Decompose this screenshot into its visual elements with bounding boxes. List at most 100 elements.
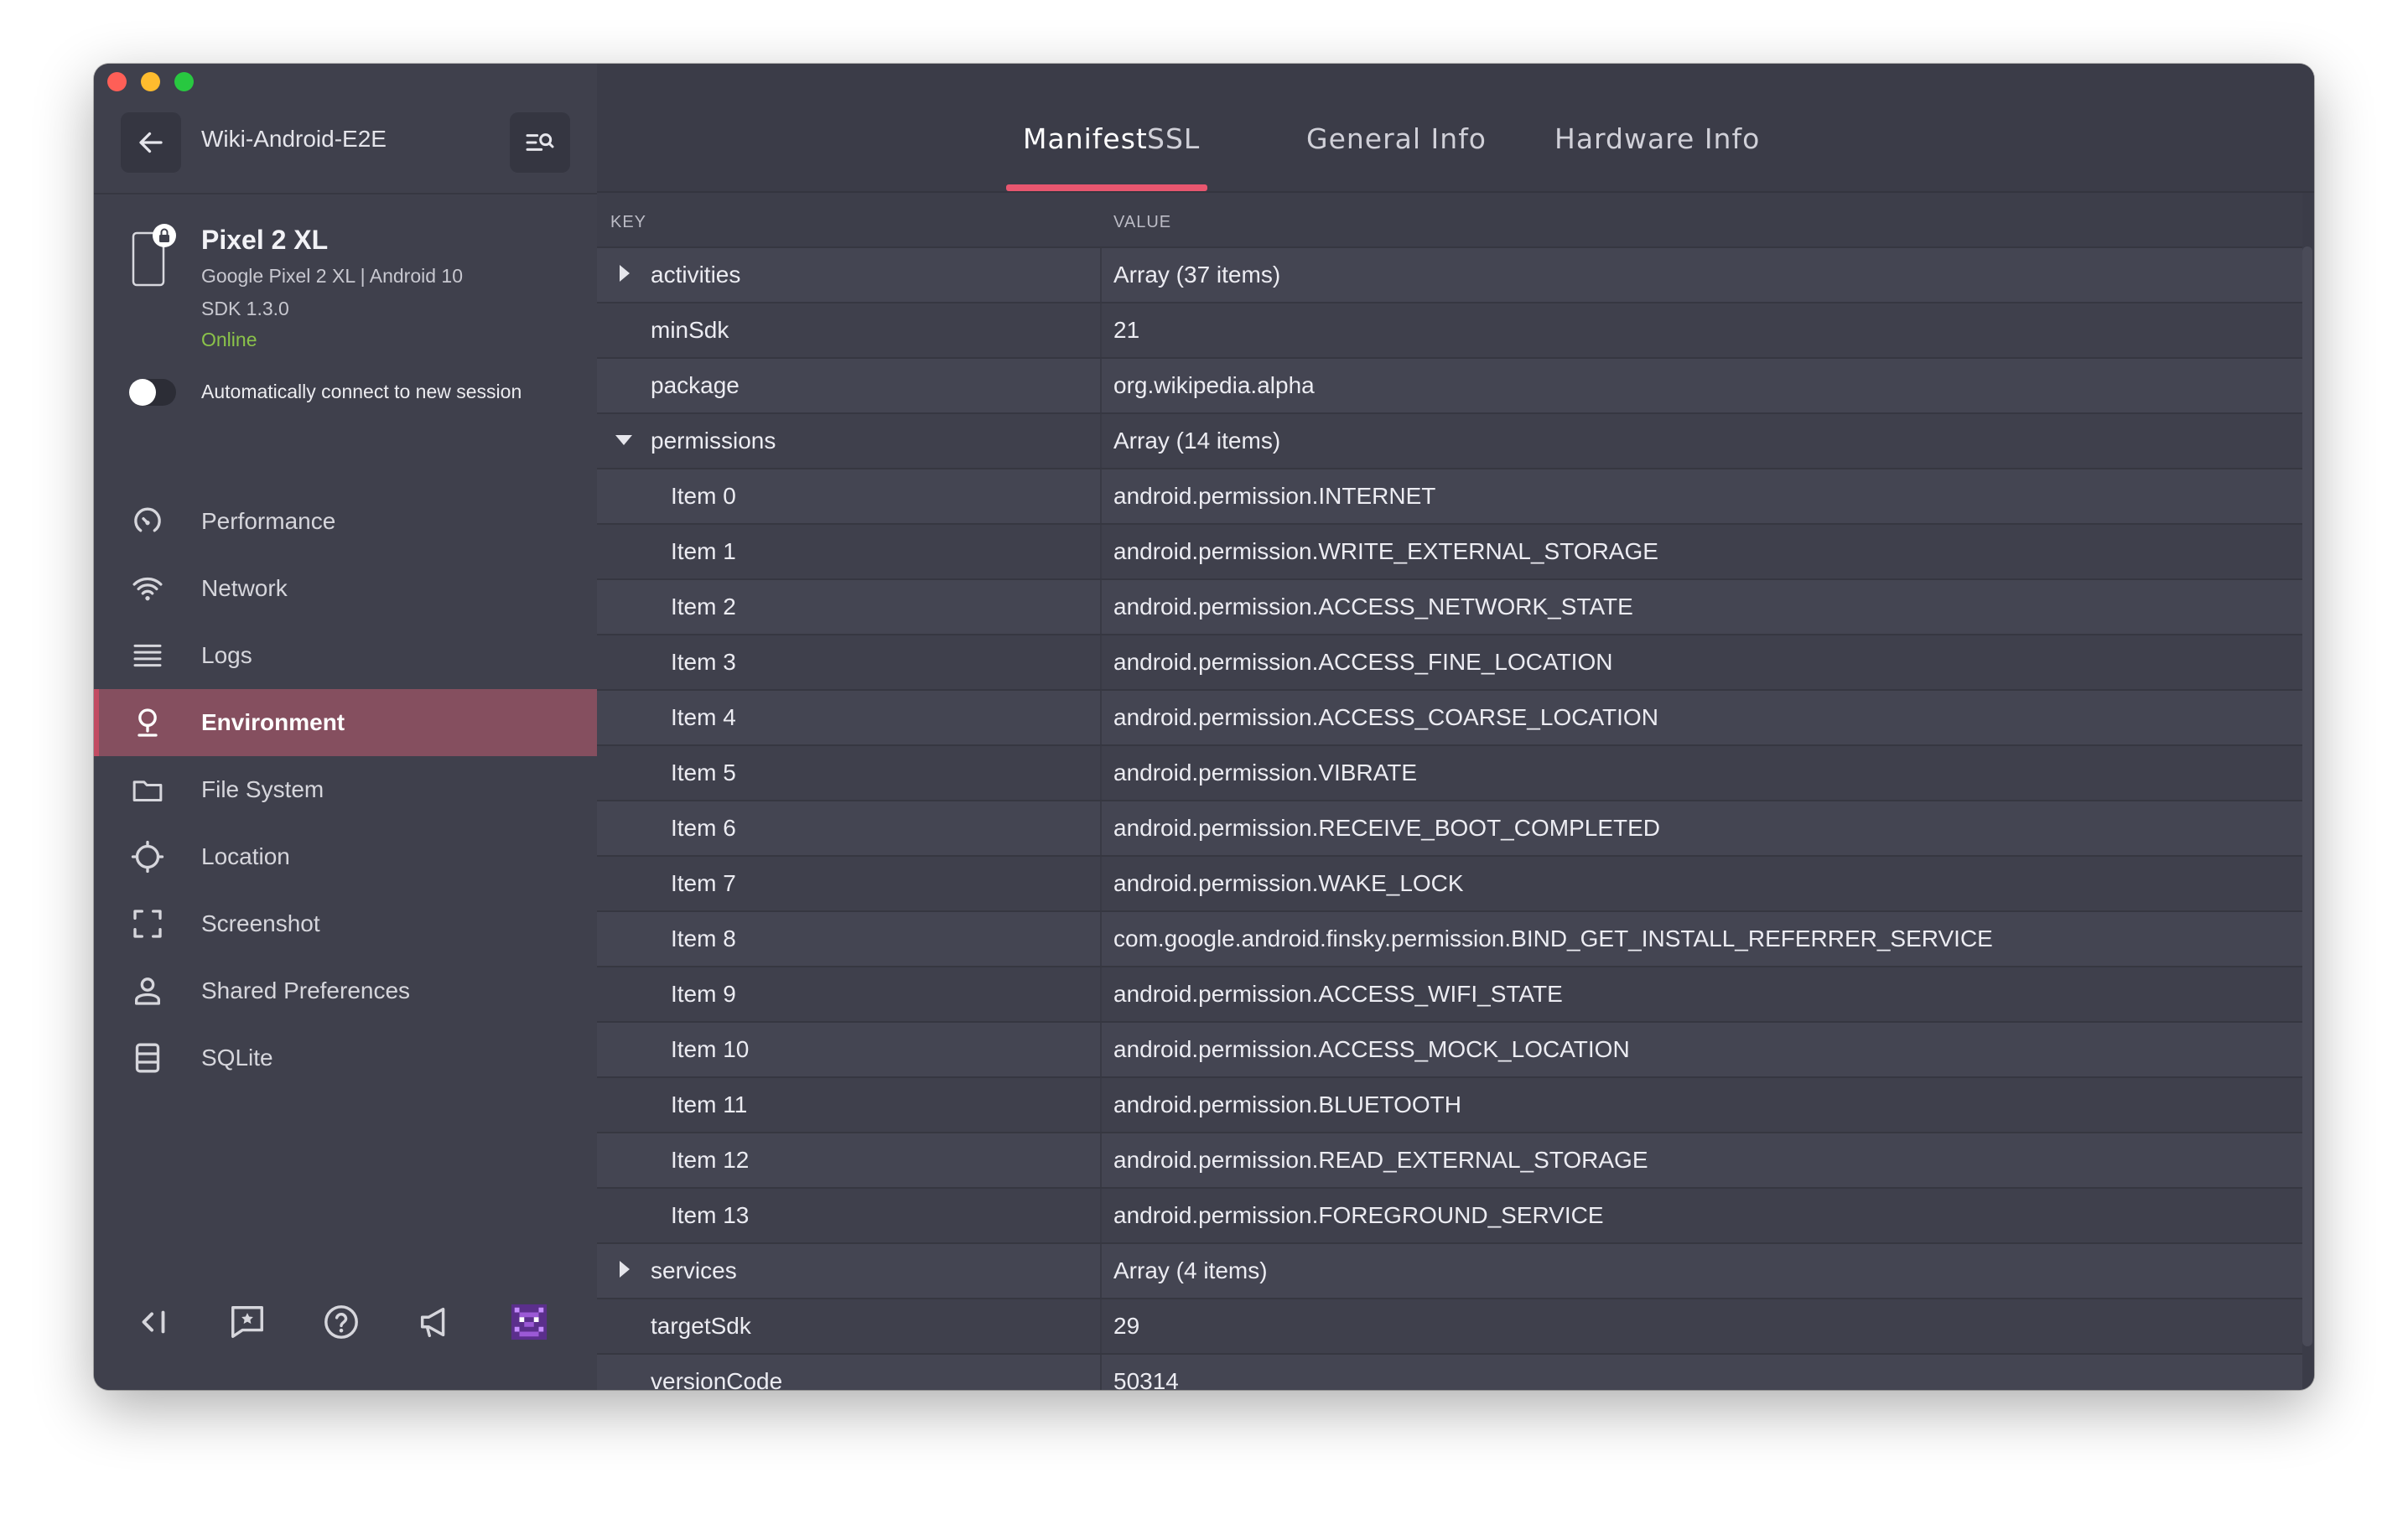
column-divider <box>1100 1299 1102 1353</box>
row-value: android.permission.ACCESS_COARSE_LOCATIO… <box>1113 704 1658 730</box>
sidebar-item-sqlite[interactable]: SQLite <box>94 1024 597 1091</box>
table-row[interactable]: services Array (4 items) <box>597 1242 2302 1298</box>
sidebar-item-screenshot[interactable]: Screenshot <box>94 890 597 957</box>
folder-icon <box>132 780 163 801</box>
tab-manifest[interactable]: Manifest <box>1023 122 1148 155</box>
sidebar: Wiki-Android-E2E Pixel 2 XL Google Pixel… <box>94 64 597 1390</box>
search-sessions-button[interactable] <box>510 112 570 173</box>
sidebar-item-network[interactable]: Network <box>94 555 597 622</box>
row-value: 50314 <box>1113 1368 1179 1390</box>
back-button[interactable] <box>121 112 181 173</box>
close-window-button[interactable] <box>107 72 127 91</box>
row-value: android.permission.ACCESS_FINE_LOCATION <box>1113 649 1613 675</box>
row-key: Item 3 <box>671 649 736 675</box>
table-row: versionCode 50314 <box>597 1353 2302 1390</box>
row-key: Item 6 <box>671 815 736 841</box>
column-divider <box>1100 414 1102 468</box>
device-model: Google Pixel 2 XL | Android 10 <box>201 265 463 287</box>
row-value: android.permission.ACCESS_NETWORK_STATE <box>1113 594 1633 620</box>
sidebar-item-label: File System <box>201 776 324 802</box>
tab-ssl[interactable]: SSL <box>1147 122 1200 155</box>
row-value: android.permission.ACCESS_MOCK_LOCATION <box>1113 1036 1630 1062</box>
row-key: Item 1 <box>671 538 736 564</box>
sidebar-item-logs[interactable]: Logs <box>94 622 597 689</box>
table-row: Item 5 android.permission.VIBRATE <box>597 744 2302 800</box>
column-divider <box>1100 303 1102 357</box>
tab-general-info[interactable]: General Info <box>1306 122 1487 155</box>
table-row[interactable]: permissions Array (14 items) <box>597 412 2302 468</box>
row-key: Item 0 <box>671 483 736 509</box>
table-row: Item 3 android.permission.ACCESS_FINE_LOC… <box>597 634 2302 689</box>
caret-down-icon[interactable] <box>615 431 632 448</box>
person-icon <box>135 977 160 1005</box>
phone-lock-icon <box>132 224 176 287</box>
row-value: Array (14 items) <box>1113 428 1281 454</box>
column-divider <box>1100 746 1102 800</box>
collapse-icon[interactable] <box>134 1303 173 1341</box>
row-value: Array (37 items) <box>1113 262 1281 288</box>
column-header-value: VALUE <box>1113 213 1172 231</box>
row-value: org.wikipedia.alpha <box>1113 372 1315 398</box>
scrollbar[interactable] <box>2302 246 2312 1346</box>
avatar-icon[interactable] <box>510 1303 548 1341</box>
row-key: Item 12 <box>671 1147 750 1173</box>
help-icon[interactable] <box>322 1303 361 1341</box>
row-key: Item 9 <box>671 981 736 1007</box>
row-key: targetSdk <box>651 1313 751 1339</box>
column-divider <box>1100 801 1102 855</box>
maximize-window-button[interactable] <box>174 72 194 91</box>
minimize-window-button[interactable] <box>141 72 160 91</box>
row-value: android.permission.INTERNET <box>1113 483 1436 509</box>
row-value: android.permission.FOREGROUND_SERVICE <box>1113 1202 1604 1228</box>
sidebar-item-label: Environment <box>201 709 345 735</box>
row-key: minSdk <box>651 317 729 343</box>
screenshot-icon <box>133 910 162 938</box>
auto-connect-label: Automatically connect to new session <box>201 381 522 402</box>
row-value: android.permission.ACCESS_WIFI_STATE <box>1113 981 1563 1007</box>
sidebar-nav: Performance Network Logs Environment Fil… <box>94 488 597 1091</box>
feedback-icon[interactable] <box>228 1303 267 1341</box>
sidebar-item-shared-preferences[interactable]: Shared Preferences <box>94 957 597 1024</box>
row-value: android.permission.BLUETOOTH <box>1113 1091 1461 1117</box>
row-key: Item 2 <box>671 594 736 620</box>
manifest-table: KEY VALUE activities Array (37 items) minS… <box>597 193 2302 1390</box>
row-value: android.permission.VIBRATE <box>1113 760 1418 786</box>
row-key: package <box>651 372 740 398</box>
arrow-left-icon <box>139 132 163 153</box>
table-row: Item 8 com.google.android.finsky.permissi… <box>597 910 2302 966</box>
database-icon <box>135 1043 160 1073</box>
sidebar-item-performance[interactable]: Performance <box>94 488 597 555</box>
tab-bar: Manifest SSL General Info Hardware Info <box>597 64 2314 193</box>
announcement-icon[interactable] <box>416 1303 454 1341</box>
auto-connect-toggle[interactable] <box>129 379 176 406</box>
sdk-version: SDK 1.3.0 <box>201 298 289 319</box>
column-divider <box>1100 359 1102 412</box>
wifi-icon <box>132 577 163 601</box>
table-row[interactable]: activities Array (37 items) <box>597 246 2302 302</box>
row-value: 21 <box>1113 317 1140 343</box>
tab-hardware-info[interactable]: Hardware Info <box>1554 122 1760 155</box>
table-row: package org.wikipedia.alpha <box>597 357 2302 412</box>
column-header-key: KEY <box>610 213 647 231</box>
table-row: Item 4 android.permission.ACCESS_COARSE_L… <box>597 689 2302 744</box>
caret-right-icon[interactable] <box>615 265 632 282</box>
sidebar-item-file-system[interactable]: File System <box>94 756 597 823</box>
column-divider <box>1100 635 1102 689</box>
column-divider <box>1100 912 1102 966</box>
table-row: Item 13 android.permission.FOREGROUND_SER… <box>597 1187 2302 1242</box>
table-row: Item 0 android.permission.INTERNET <box>597 468 2302 523</box>
sidebar-item-label: Screenshot <box>201 910 320 936</box>
table-row: minSdk 21 <box>597 302 2302 357</box>
crosshair-icon <box>131 840 164 874</box>
gauge-icon <box>134 507 161 532</box>
caret-right-icon[interactable] <box>615 1261 632 1278</box>
sidebar-item-location[interactable]: Location <box>94 823 597 890</box>
row-value: android.permission.WRITE_EXTERNAL_STORAG… <box>1113 538 1658 564</box>
sidebar-item-environment[interactable]: Environment <box>94 689 597 756</box>
environment-icon <box>138 708 158 737</box>
column-divider <box>1100 1133 1102 1187</box>
list-icon <box>133 644 162 667</box>
row-key: Item 11 <box>671 1091 748 1117</box>
main-panel: Manifest SSL General Info Hardware Info … <box>597 64 2314 1390</box>
row-key: Item 4 <box>671 704 736 730</box>
